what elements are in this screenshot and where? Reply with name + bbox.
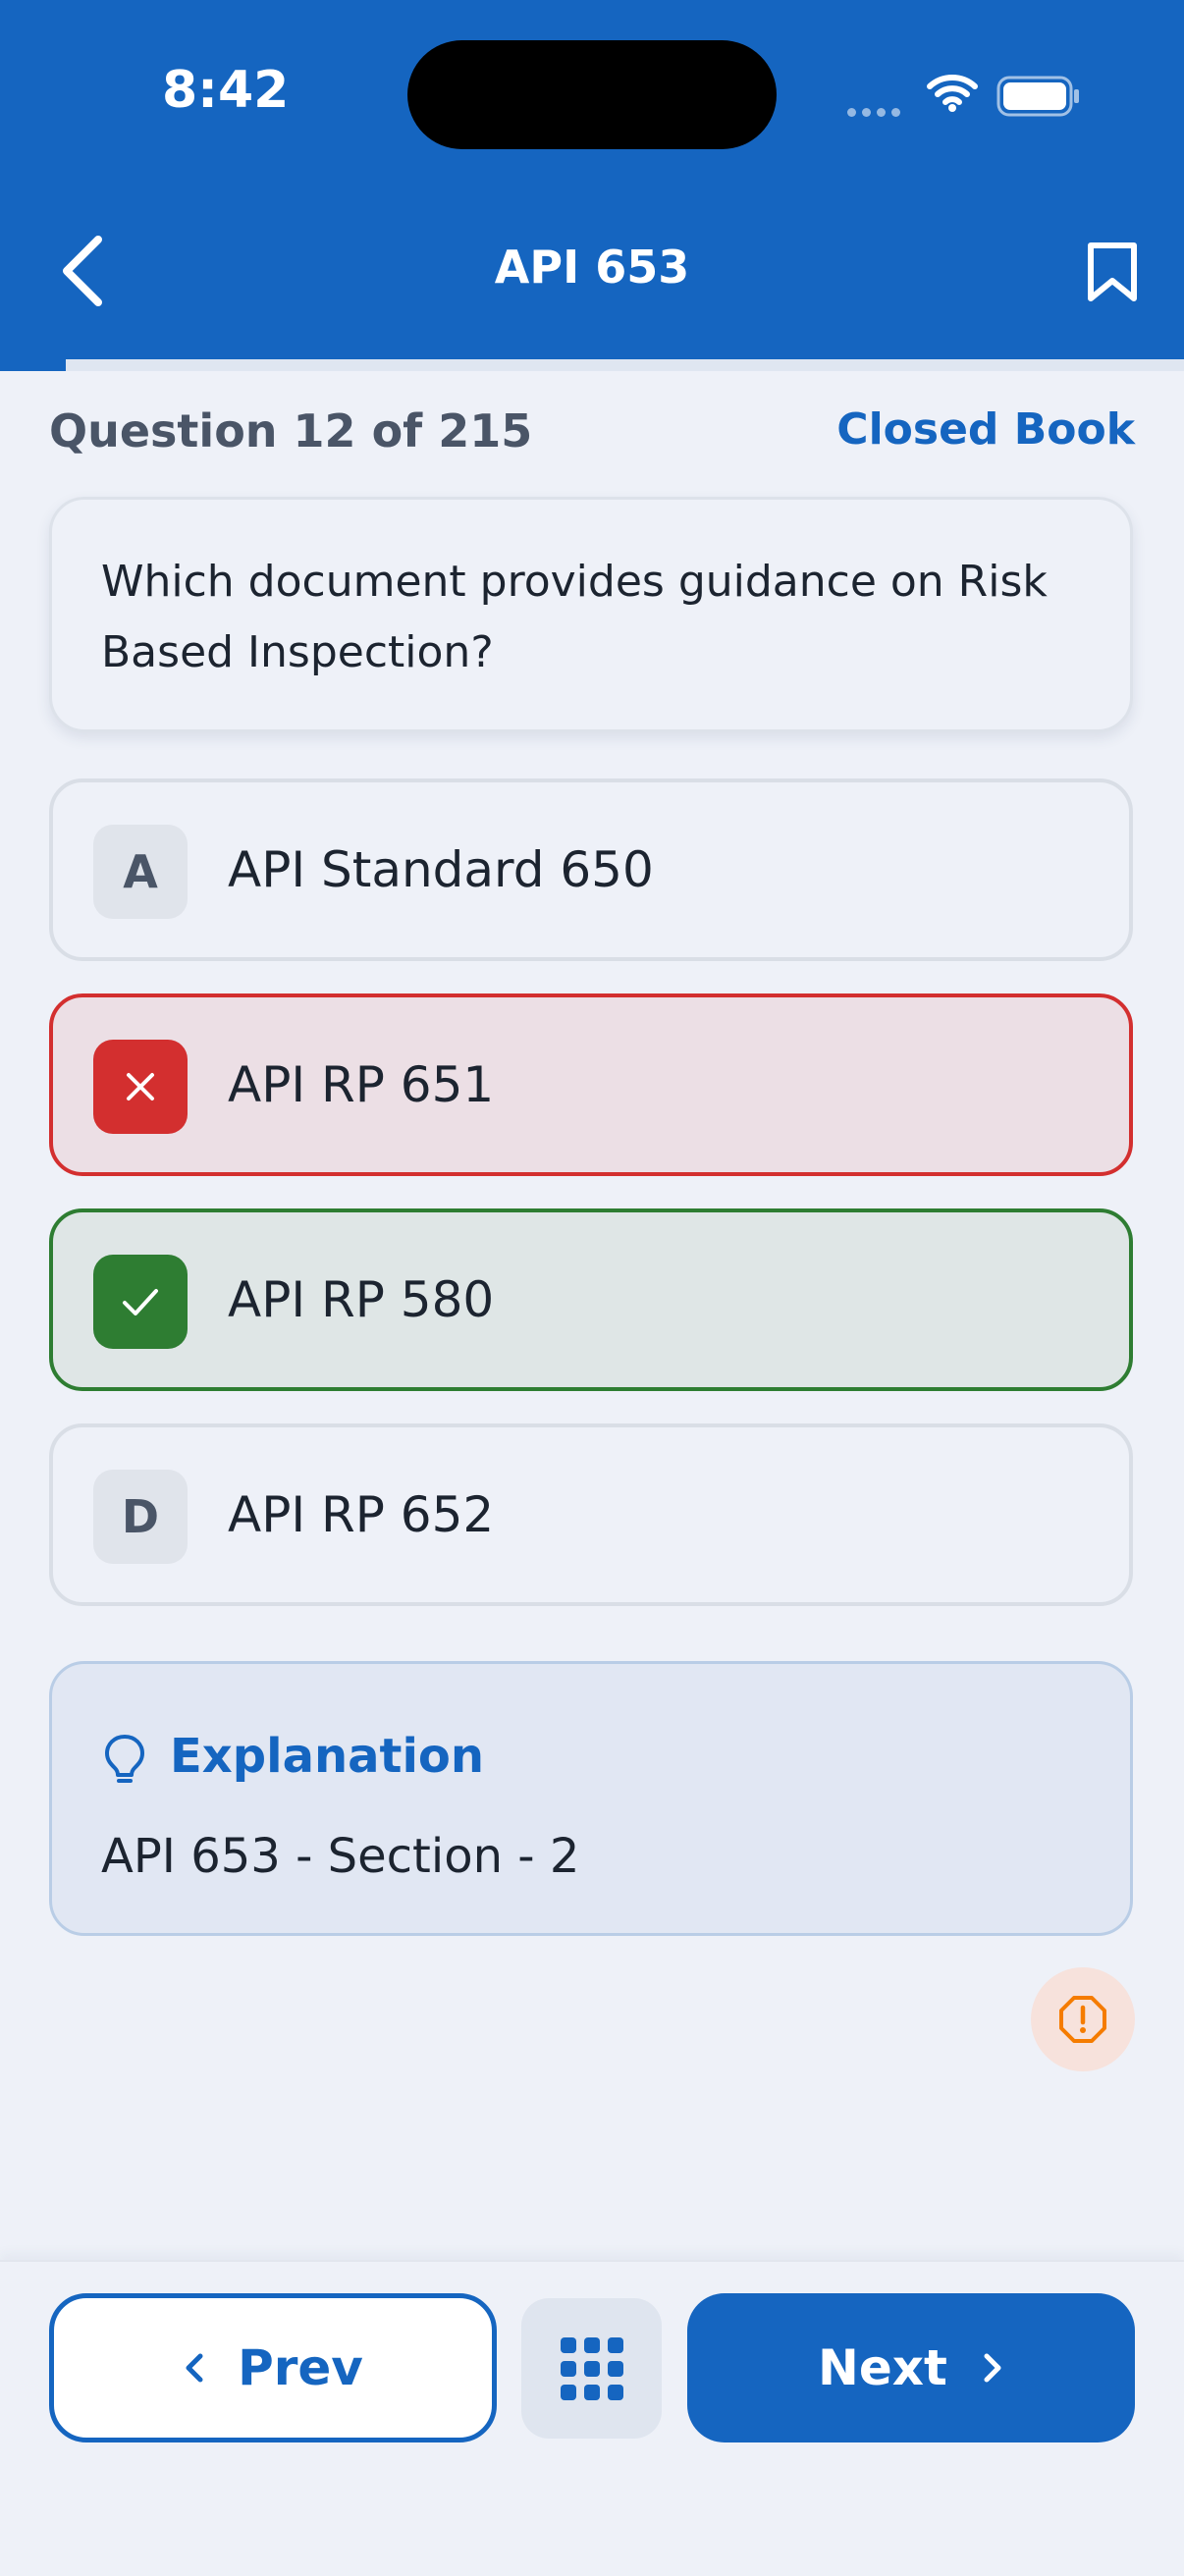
option-d[interactable]: D API RP 652 bbox=[49, 1423, 1133, 1606]
question-text: Which document provides guidance on Risk… bbox=[101, 557, 1048, 677]
mode-label: Closed Book bbox=[836, 404, 1135, 455]
battery-icon bbox=[996, 76, 1081, 121]
prev-label: Prev bbox=[238, 2339, 363, 2396]
option-text: API RP 652 bbox=[228, 1486, 495, 1543]
progress-track bbox=[0, 359, 1184, 371]
page-title: API 653 bbox=[494, 241, 690, 294]
close-icon bbox=[127, 1073, 154, 1100]
status-time: 8:42 bbox=[162, 61, 290, 120]
wifi-icon bbox=[926, 73, 979, 116]
chevron-left-icon bbox=[183, 2350, 206, 2386]
option-a[interactable]: A API Standard 650 bbox=[49, 778, 1133, 961]
dynamic-island bbox=[407, 40, 777, 149]
chevron-right-icon bbox=[981, 2350, 1004, 2386]
lightbulb-icon bbox=[103, 1733, 146, 1790]
correct-badge bbox=[93, 1255, 188, 1349]
explanation-title: Explanation bbox=[170, 1729, 485, 1784]
option-letter-badge: A bbox=[93, 825, 188, 919]
next-button[interactable]: Next bbox=[687, 2293, 1135, 2442]
prev-button[interactable]: Prev bbox=[49, 2293, 497, 2442]
explanation-card: Explanation API 653 - Section - 2 bbox=[49, 1661, 1133, 1936]
option-b[interactable]: API RP 651 bbox=[49, 993, 1133, 1176]
bookmark-button[interactable] bbox=[1085, 240, 1140, 308]
signal-icon bbox=[847, 102, 906, 121]
grid-icon bbox=[560, 2336, 623, 2400]
alert-octagon-icon bbox=[1059, 1996, 1106, 2043]
next-label: Next bbox=[818, 2339, 947, 2396]
question-card: Which document provides guidance on Risk… bbox=[49, 497, 1133, 732]
progress-fill bbox=[0, 359, 66, 371]
option-text: API Standard 650 bbox=[228, 841, 654, 898]
question-counter: Question 12 of 215 bbox=[49, 404, 533, 457]
question-grid-button[interactable] bbox=[521, 2298, 662, 2439]
option-text: API RP 580 bbox=[228, 1271, 495, 1328]
bookmark-icon bbox=[1088, 242, 1137, 301]
check-icon bbox=[123, 1289, 158, 1315]
incorrect-badge bbox=[93, 1040, 188, 1134]
report-issue-button[interactable] bbox=[1031, 1967, 1135, 2071]
option-text: API RP 651 bbox=[228, 1056, 495, 1113]
option-letter-badge: D bbox=[93, 1470, 188, 1564]
explanation-text: API 653 - Section - 2 bbox=[101, 1829, 580, 1884]
option-c[interactable]: API RP 580 bbox=[49, 1208, 1133, 1391]
